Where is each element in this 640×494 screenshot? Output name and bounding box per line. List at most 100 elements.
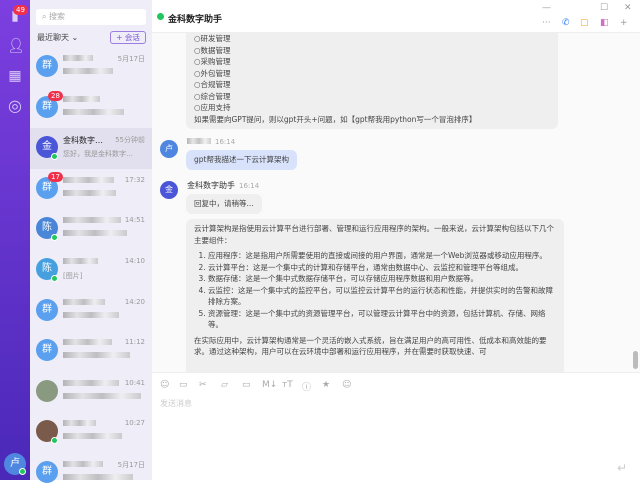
bot-name-time: 金科数字助手 16:14 (187, 180, 259, 191)
chat-time: 5月17日 (117, 461, 145, 469)
sidebar-icon[interactable]: ◧ (600, 18, 609, 28)
intro-line: ○应用支持 (194, 103, 231, 112)
answer-outro: 在实际应用中，云计算架构通常是一个灵活的嵌入式系统，旨在满足用户的高可用性、低成… (194, 335, 547, 357)
chat-preview-blurred (63, 189, 116, 198)
chat-time: 14:20 (124, 297, 145, 306)
chat-list-item[interactable]: 群 28 (30, 88, 152, 129)
folder-icon[interactable]: ▱ (221, 380, 228, 390)
more-icon[interactable]: ··· (542, 18, 551, 28)
chat-time: 14:51 (124, 216, 145, 225)
chat-name-blurred (63, 460, 103, 469)
search-placeholder: 搜索 (49, 12, 66, 21)
unread-badge: 49 (13, 5, 28, 15)
chat-name-blurred (63, 338, 112, 347)
chat-time: 10:27 (124, 419, 145, 428)
message-composer: ☺ ▭ ✂ ▱ ▭ M↓ ᴛT ⓘ ★ ☺ 发送消息 ↵ (152, 372, 640, 480)
phone-icon[interactable]: ✆ (562, 18, 570, 28)
chat-time: 5月17日 (117, 55, 145, 63)
emoji-icon[interactable]: ☺ (160, 380, 169, 390)
chat-name-blurred (63, 176, 114, 185)
chat-name: 金科数字… (63, 136, 103, 146)
chat-list-item[interactable]: 陈 14:10 [图片] (30, 250, 152, 291)
scrollbar[interactable] (633, 351, 638, 369)
sticker-icon[interactable]: ☺ (342, 380, 351, 390)
chat-list-item[interactable]: 群 5月17日 (30, 453, 152, 494)
intro-line: 如果需要向GPT提问，则以gpt开头+问题，如【gpt帮我用python写一个冒… (194, 114, 477, 124)
contacts-icon[interactable]: 👤︎ (7, 38, 25, 54)
bot-name: 金科数字助手 (187, 181, 235, 190)
online-dot (19, 468, 26, 475)
chat-time: 11:12 (124, 338, 145, 347)
chat-avatar (36, 379, 58, 402)
chat-list-item[interactable]: 10:27 (30, 412, 152, 453)
chat-preview-blurred (63, 474, 133, 482)
chat-name-blurred (63, 257, 98, 266)
bot-answer-message: 云计算架构是指使用云计算平台进行部署、管理和运行应用程序的架构。一般来说，云计算… (186, 219, 564, 372)
new-chat-button[interactable]: + 会话 (110, 31, 146, 44)
nav-rail: ▮ 49 👤︎ ▦ ◎ 卢 (0, 0, 30, 480)
close-icon[interactable]: ✕ (624, 3, 632, 13)
screenshot-icon[interactable]: ✂ (199, 380, 207, 390)
minimize-icon[interactable]: — (542, 3, 551, 13)
add-icon[interactable]: + (620, 18, 628, 28)
answer-point: 应用程序：这是指用户所需要使用的直接或间接的用户界面，通常是一个Web浏览器或移… (208, 250, 556, 262)
answer-intro: 云计算架构是指使用云计算平台进行部署、管理和运行应用程序的架构。一般来说，云计算… (194, 224, 554, 245)
star-icon[interactable]: ★ (322, 380, 330, 390)
intro-line: ○合规管理 (194, 80, 231, 89)
chat-panel: 金科数字助手 — ☐ ✕ ··· ✆ ▢ ◧ + ○研发管理 ○数据管理 ○采购管理… (152, 0, 640, 480)
chat-list-item[interactable]: 群 14:20 (30, 291, 152, 332)
online-dot (51, 437, 58, 445)
chat-name-blurred (63, 379, 119, 388)
chat-preview-blurred (63, 108, 124, 117)
answer-point: 数据存储：这是一个集中式数据存储平台，可以存储应用程序数据和用户数据等。 (208, 273, 556, 285)
maximize-icon[interactable]: ☐ (600, 3, 608, 13)
notice-icon[interactable]: ▢ (580, 18, 589, 28)
apps-icon[interactable]: ▦ (7, 68, 23, 84)
image-icon[interactable]: ▭ (179, 380, 188, 390)
chat-list-item[interactable]: 群 5月17日 (30, 47, 152, 88)
recent-chats-dropdown[interactable]: 最近聊天 ⌄ (37, 32, 78, 43)
online-dot (51, 275, 58, 282)
chat-list-item[interactable]: 群 11:12 (30, 331, 152, 372)
chat-preview-blurred (63, 392, 141, 401)
help-icon[interactable]: ⓘ (302, 380, 311, 393)
chat-list-item[interactable]: 10:41 (30, 372, 152, 413)
message-time: 16:14 (215, 138, 236, 146)
chat-preview-blurred (63, 68, 113, 76)
unread-badge: 28 (48, 90, 63, 101)
user-message: gpt帮我描述一下云计算架构 (186, 150, 297, 170)
send-icon[interactable]: ↵ (617, 461, 627, 475)
chat-time: 10:41 (124, 378, 145, 387)
chat-avatar: 群 (36, 55, 58, 77)
chat-time: 17:32 (124, 175, 145, 184)
chat-title: 金科数字助手 (168, 15, 223, 25)
chat-avatar: 群 (36, 298, 58, 321)
search-input[interactable]: ⌕ 搜索 (36, 9, 146, 25)
chat-list-item[interactable]: 陈 14:51 (30, 209, 152, 250)
intro-line: ○研发管理 (194, 34, 231, 43)
chat-list-item[interactable]: 金金科数字… 55分钟前 您好，我是金科数字… (30, 128, 152, 170)
markdown-icon[interactable]: M↓ (262, 380, 277, 390)
chat-preview: [图片] (63, 272, 83, 280)
chat-list: ⌕ 搜索 最近聊天 ⌄ + 会话 群 5月17日群 28 金金科数字… 55分钟前 您好，… (30, 0, 152, 483)
chat-header: 金科数字助手 — ☐ ✕ ··· ✆ ▢ ◧ + (152, 0, 640, 33)
answer-point: 云监控：这是一个集中式的监控平台，可以监控云计算平台的运行状态和性能，并提供实时… (208, 285, 556, 308)
chat-preview-blurred (63, 311, 119, 320)
intro-line: ○采购管理 (194, 57, 231, 66)
chat-preview: 您好，我是金科数字… (63, 150, 133, 159)
chat-name-blurred (63, 95, 100, 104)
chat-name-blurred (63, 298, 105, 307)
message-input[interactable]: 发送消息 (160, 398, 192, 409)
chat-preview-blurred (63, 352, 130, 360)
blurred-name (187, 138, 211, 144)
font-size-icon[interactable]: ᴛT (282, 380, 293, 390)
chat-name-blurred (63, 216, 121, 225)
workspace-icon[interactable]: ◎ (7, 98, 23, 114)
user-name-time: 16:14 (187, 137, 235, 146)
answer-point: 云计算平台：这是一个集中式的计算和存储平台，通常由数据中心、云监控和管理平台等组… (208, 262, 556, 274)
chat-time: 55分钟前 (115, 136, 145, 145)
chat-list-item[interactable]: 群 17 17:32 (30, 169, 152, 210)
answer-point: 资源管理：这是一个集中式的资源管理平台，可以管理云计算平台中的资源，包括计算机、… (208, 308, 556, 331)
code-icon[interactable]: ▭ (242, 380, 251, 390)
chat-avatar: 群 (36, 339, 58, 362)
